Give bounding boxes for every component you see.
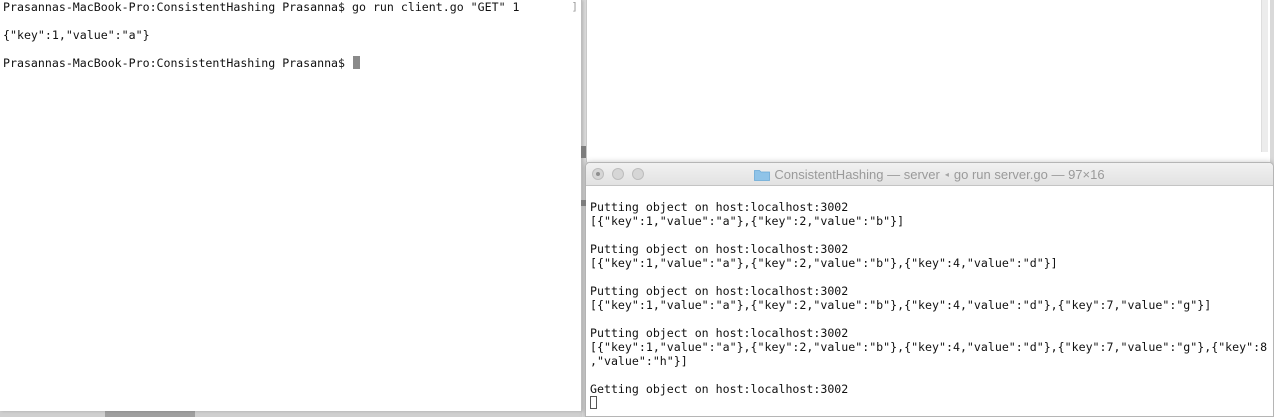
client-terminal-output[interactable]: Prasannas-MacBook-Pro:ConsistentHashing … <box>0 0 581 70</box>
terminal-line: Getting object on host:localhost:3002 <box>590 382 849 396</box>
client-terminal-window[interactable]: Prasannas-MacBook-Pro:ConsistentHashing … <box>0 0 582 411</box>
terminal-prompt-line[interactable]: Prasannas-MacBook-Pro:ConsistentHashing … <box>3 56 581 70</box>
desktop: Prasannas-MacBook-Pro:ConsistentHashing … <box>0 0 1274 417</box>
terminal-line: Putting object on host:localhost:3002 <box>590 242 849 256</box>
server-terminal-window[interactable]: ConsistentHashing — server ◂ go run serv… <box>585 162 1274 417</box>
title-separator: — <box>1047 167 1069 182</box>
background-window-scrollbar[interactable] <box>1261 0 1268 152</box>
terminal-line: Putting object on host:localhost:3002 <box>590 284 849 298</box>
server-terminal-output[interactable]: Putting object on host:localhost:3002 [{… <box>586 186 1273 410</box>
terminal-cursor-line[interactable] <box>590 396 1273 410</box>
scrollbar-thumb[interactable] <box>105 411 195 417</box>
folder-icon <box>754 169 771 181</box>
window-edge-bracket: ] <box>571 0 578 13</box>
title-command: go run server.go <box>953 167 1048 182</box>
terminal-line: [{"key":1,"value":"a"},{"key":2,"value":… <box>590 340 1268 354</box>
terminal-line: {"key":1,"value":"a"} <box>3 28 150 42</box>
terminal-line: Putting object on host:localhost:3002 <box>590 326 849 340</box>
terminal-line: Prasannas-MacBook-Pro:ConsistentHashing … <box>3 0 520 14</box>
text-cursor <box>353 56 361 69</box>
client-horizontal-scrollbar[interactable] <box>0 411 582 417</box>
title-arrow-icon: ◂ <box>944 170 949 179</box>
title-separator: — <box>883 167 904 182</box>
text-cursor <box>590 396 597 409</box>
window-edge-mark <box>581 200 586 206</box>
terminal-line: [{"key":1,"value":"a"},{"key":2,"value":… <box>590 298 1212 312</box>
window-titlebar[interactable]: ConsistentHashing — server ◂ go run serv… <box>586 163 1273 186</box>
title-process-name: server <box>903 167 940 182</box>
window-title: ConsistentHashing — server ◂ go run serv… <box>586 163 1273 186</box>
title-folder-name: ConsistentHashing <box>774 167 884 182</box>
background-terminal-window[interactable] <box>586 0 1270 162</box>
terminal-line: [{"key":1,"value":"a"},{"key":2,"value":… <box>590 214 905 228</box>
title-window-size: 97×16 <box>1068 167 1105 182</box>
terminal-line: Putting object on host:localhost:3002 <box>590 200 849 214</box>
terminal-prompt: Prasannas-MacBook-Pro:ConsistentHashing … <box>3 56 353 70</box>
window-edge-mark <box>581 146 586 158</box>
terminal-line: ,"value":"h"}] <box>590 354 688 368</box>
terminal-line: [{"key":1,"value":"a"},{"key":2,"value":… <box>590 256 1058 270</box>
